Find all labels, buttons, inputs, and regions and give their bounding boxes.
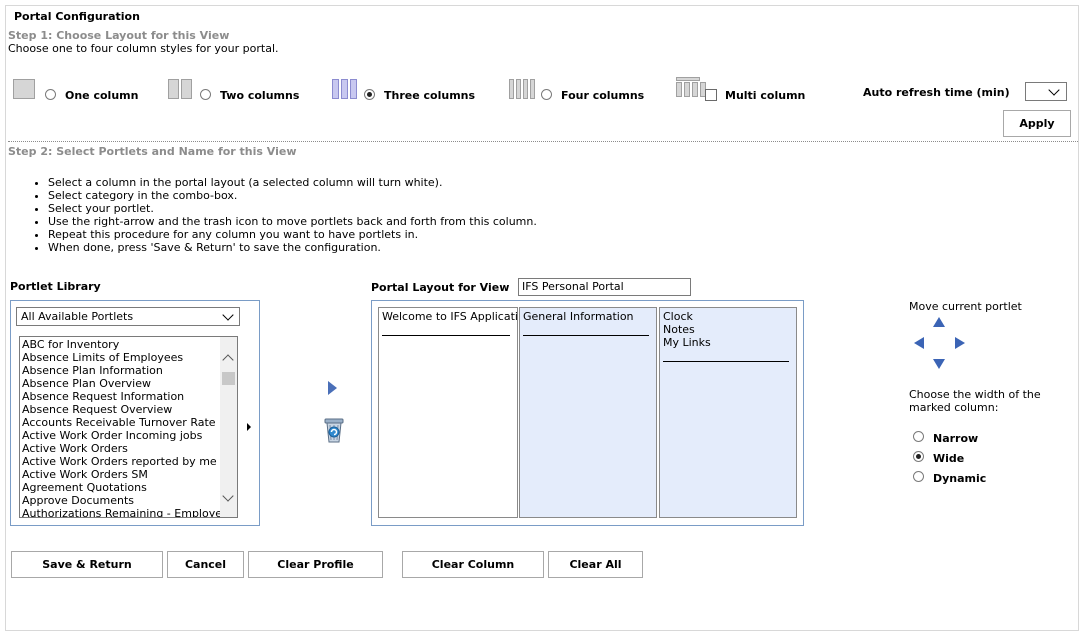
instruction-item: Select a column in the portal layout (a … (48, 176, 537, 189)
two-columns-radio[interactable] (200, 89, 211, 100)
clear-all-button[interactable]: Clear All (548, 551, 643, 578)
column-divider (663, 349, 789, 362)
column-width-label: Choose the width of the marked column: (909, 388, 1041, 414)
portlet-library-label: Portlet Library (10, 280, 101, 293)
arrow-right-icon[interactable] (955, 337, 965, 349)
chevron-down-icon (1048, 84, 1060, 96)
scroll-up-icon[interactable] (222, 354, 234, 366)
column-portlet[interactable]: My Links (663, 336, 793, 349)
four-columns-radio[interactable] (541, 89, 552, 100)
clear-profile-button[interactable]: Clear Profile (248, 551, 383, 578)
apply-button[interactable]: Apply (1003, 110, 1071, 137)
layout-column-1[interactable]: Welcome to IFS Applications (378, 307, 518, 518)
portlet-list-item[interactable]: Agreement Quotations (22, 481, 222, 494)
layout-column-3[interactable]: Clock Notes My Links (659, 307, 797, 518)
layout-column-2[interactable]: General Information (519, 307, 657, 518)
column-divider (382, 323, 510, 336)
portlet-list-item[interactable]: Active Work Order Incoming jobs (22, 429, 222, 442)
portlet-list-item[interactable]: Approve Documents (22, 494, 222, 507)
two-columns-icon (168, 79, 192, 99)
arrow-up-icon[interactable] (933, 317, 945, 327)
width-wide-label: Wide (933, 452, 965, 465)
cancel-button[interactable]: Cancel (167, 551, 244, 578)
width-dynamic-radio[interactable] (913, 471, 924, 482)
portlet-list-item[interactable]: Absence Plan Overview (22, 377, 222, 390)
portlet-list-item[interactable]: Absence Request Information (22, 390, 222, 403)
three-columns-radio[interactable] (364, 89, 375, 100)
portal-layout-label: Portal Layout for View (371, 281, 510, 294)
one-column-label: One column (65, 89, 139, 102)
portlet-list-item[interactable]: Active Work Orders SM (22, 468, 222, 481)
multi-column-label: Multi column (725, 89, 806, 102)
portlet-list-item[interactable]: Absence Plan Information (22, 364, 222, 377)
arrow-left-icon[interactable] (914, 337, 924, 349)
scrollbar-thumb[interactable] (222, 372, 235, 385)
width-wide-radio[interactable] (913, 451, 924, 462)
one-column-icon (13, 79, 35, 99)
width-narrow-label: Narrow (933, 432, 979, 445)
multi-column-icon (676, 77, 706, 97)
two-columns-label: Two columns (220, 89, 300, 102)
trash-icon[interactable] (322, 416, 346, 444)
view-name-input[interactable]: IFS Personal Portal (518, 278, 691, 296)
column-portlet[interactable]: Welcome to IFS Applications (382, 310, 517, 323)
instruction-item: Repeat this procedure for any column you… (48, 228, 537, 241)
portlet-list-item[interactable]: Active Work Orders reported by me (22, 455, 222, 468)
step1-description: Choose one to four column styles for you… (8, 42, 279, 55)
four-columns-icon (509, 79, 535, 99)
auto-refresh-select[interactable] (1025, 82, 1067, 101)
portlet-list-items: ABC for Inventory Absence Limits of Emplo… (22, 338, 222, 517)
portlet-category-value: All Available Portlets (21, 310, 134, 323)
page-title: Portal Configuration (14, 10, 140, 23)
multi-column-checkbox[interactable] (705, 89, 717, 101)
column-portlet[interactable]: General Information (523, 310, 653, 323)
scroll-down-icon[interactable] (222, 490, 234, 502)
width-dynamic-label: Dynamic (933, 472, 987, 485)
column-divider (523, 323, 649, 336)
portlet-list-item[interactable]: Absence Request Overview (22, 403, 222, 416)
portlet-list-item[interactable]: Absence Limits of Employees (22, 351, 222, 364)
width-narrow-radio[interactable] (913, 431, 924, 442)
column-portlet[interactable]: Clock (663, 310, 793, 323)
save-return-button[interactable]: Save & Return (11, 551, 163, 578)
portlet-list-item[interactable]: ABC for Inventory (22, 338, 222, 351)
three-columns-label: Three columns (384, 89, 476, 102)
portlet-list-scrollbar[interactable] (220, 337, 237, 517)
clear-column-button[interactable]: Clear Column (402, 551, 544, 578)
portlet-list-item[interactable]: Active Work Orders (22, 442, 222, 455)
instructions-list: Select a column in the portal layout (a … (30, 176, 537, 254)
portlet-list-item[interactable]: Authorizations Remaining - Employee (22, 507, 222, 517)
portlet-list[interactable]: ABC for Inventory Absence Limits of Emplo… (19, 336, 238, 518)
instruction-item: Select category in the combo-box. (48, 189, 537, 202)
view-name-value: IFS Personal Portal (522, 280, 624, 293)
step1-title: Step 1: Choose Layout for this View (8, 29, 230, 42)
one-column-radio[interactable] (45, 89, 56, 100)
divider (8, 141, 1078, 142)
instruction-item: When done, press 'Save & Return' to save… (48, 241, 537, 254)
list-expand-icon (247, 423, 251, 431)
auto-refresh-label: Auto refresh time (min) (863, 86, 1010, 99)
portlet-category-select[interactable]: All Available Portlets (16, 307, 240, 326)
instruction-item: Select your portlet. (48, 202, 537, 215)
arrow-down-icon[interactable] (933, 359, 945, 369)
instruction-item: Use the right-arrow and the trash icon t… (48, 215, 537, 228)
step2-title: Step 2: Select Portlets and Name for thi… (8, 145, 297, 158)
portlet-list-item[interactable]: Accounts Receivable Turnover Rate (22, 416, 222, 429)
add-portlet-arrow-icon[interactable] (328, 381, 337, 395)
column-portlet[interactable]: Notes (663, 323, 793, 336)
three-columns-icon (332, 79, 357, 99)
chevron-down-icon (222, 309, 234, 321)
move-portlet-label: Move current portlet (909, 300, 1022, 313)
four-columns-label: Four columns (561, 89, 645, 102)
